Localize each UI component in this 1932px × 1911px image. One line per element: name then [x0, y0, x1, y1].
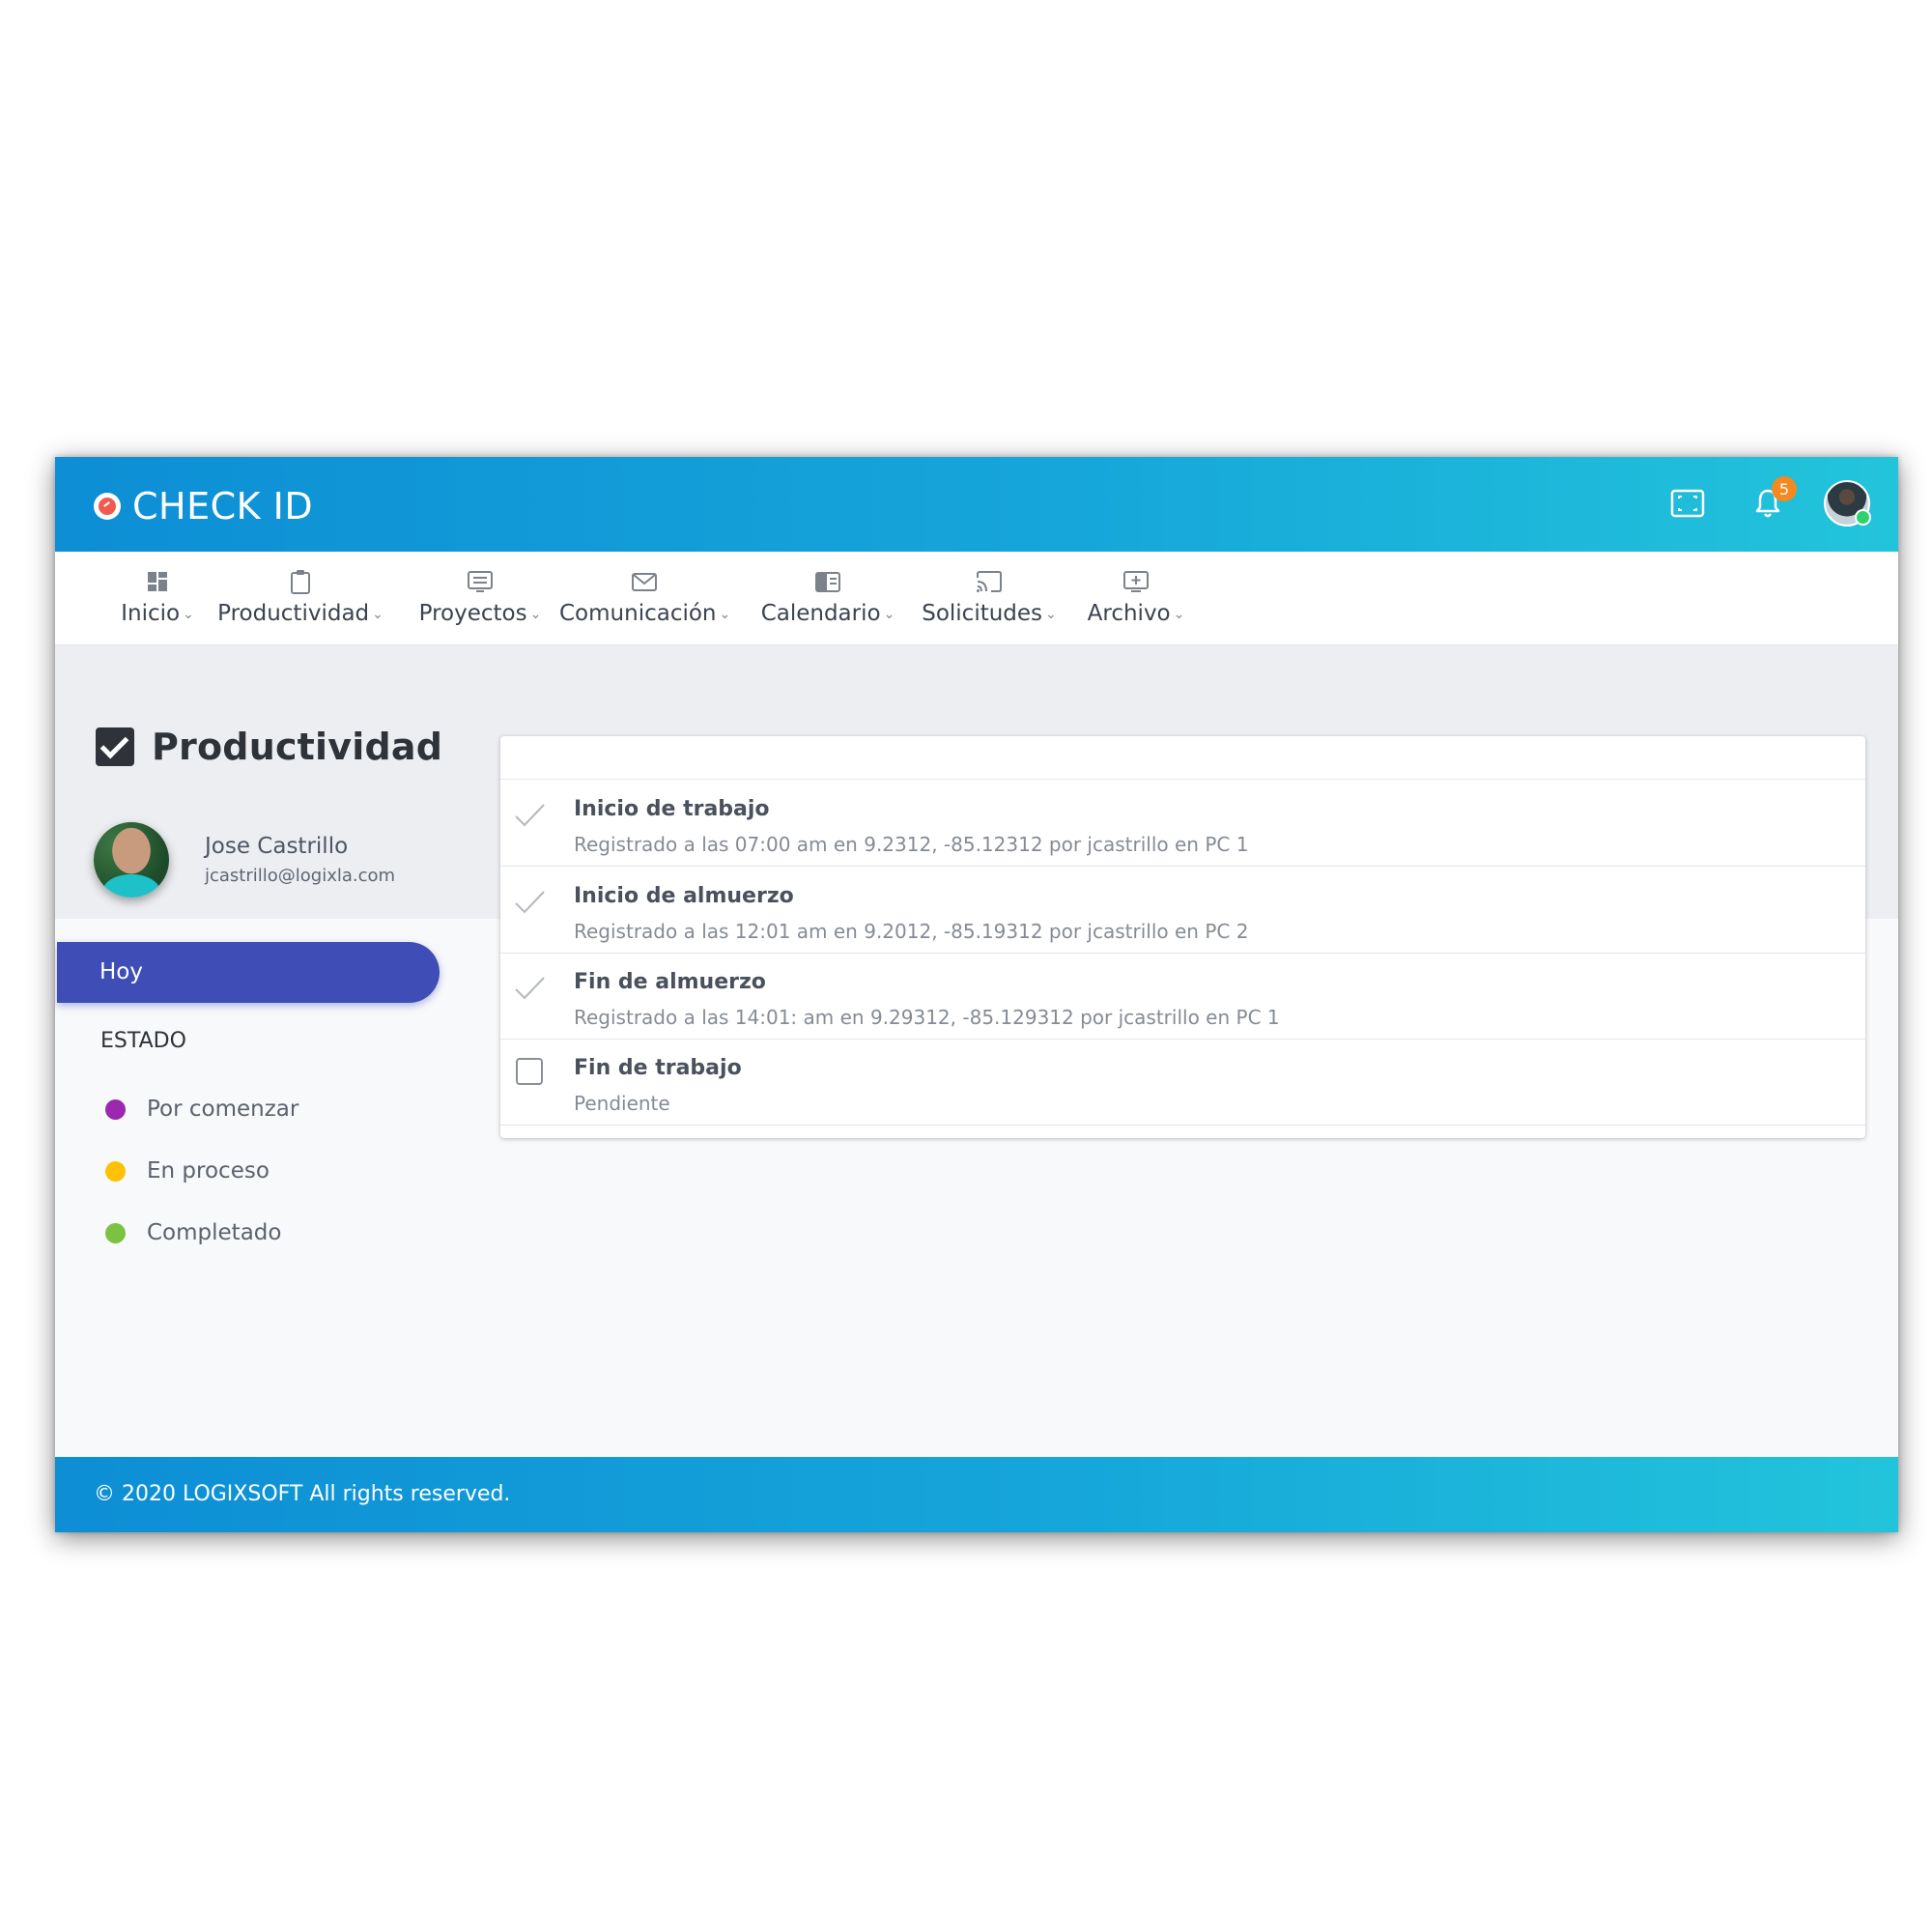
chevron-down-icon: ⌄: [1173, 607, 1185, 622]
task-row[interactable]: Inicio de almuerzo Registrado a las 12:0…: [500, 867, 1865, 954]
status-filter-por-comenzar[interactable]: Por comenzar: [105, 1097, 298, 1122]
task-detail: Registrado a las 07:00 am en 9.2312, -85…: [574, 833, 1249, 856]
chevron-down-icon: ⌄: [883, 607, 895, 622]
profile-email: jcastrillo@logixla.com: [205, 866, 396, 886]
checkmark-icon[interactable]: [514, 799, 547, 832]
chevron-down-icon: ⌄: [183, 607, 194, 622]
chevron-down-icon: ⌄: [719, 607, 731, 622]
add-monitor-icon: [1123, 571, 1149, 592]
chevron-down-icon: ⌄: [1045, 607, 1057, 622]
menu-label-inicio: Inicio: [121, 601, 181, 626]
menu-label-proyectos: Proyectos: [418, 601, 527, 626]
mail-icon: [632, 573, 657, 591]
task-detail: Registrado a las 14:01: am en 9.29312, -…: [574, 1006, 1280, 1029]
menu-item-comunicacion[interactable]: Comunicación ⌄: [559, 552, 731, 644]
estado-heading: ESTADO: [100, 1029, 186, 1053]
task-row[interactable]: Inicio de trabajo Registrado a las 07:00…: [500, 780, 1865, 867]
menu-item-solicitudes[interactable]: Solicitudes ⌄: [918, 552, 1061, 644]
sidebar-item-label: Hoy: [99, 959, 143, 984]
profile-name: Jose Castrillo: [205, 834, 349, 859]
menu-label-calendario: Calendario: [760, 601, 881, 626]
chevron-down-icon: ⌄: [372, 607, 384, 622]
status-dot: [105, 1160, 126, 1182]
menu-label-productividad: Productividad: [217, 601, 370, 626]
user-menu-button[interactable]: [1822, 478, 1872, 528]
menu-item-calendario[interactable]: Calendario ⌄: [753, 552, 903, 644]
checkmark-icon[interactable]: [514, 972, 547, 1005]
main-menu: Inicio ⌄ Productividad ⌄ Proyectos ⌄ Comu: [55, 552, 1898, 645]
menu-label-comunicacion: Comunicación: [559, 601, 717, 626]
list-board-icon: [468, 571, 493, 592]
notification-badge: 5: [1772, 476, 1797, 501]
clock-logo-icon: [94, 493, 121, 520]
status-dot: [105, 1098, 126, 1120]
fullscreen-icon: [1670, 489, 1705, 518]
menu-item-productividad[interactable]: Productividad ⌄: [215, 552, 385, 644]
task-detail: Registrado a las 12:01 am en 9.2012, -85…: [574, 920, 1249, 943]
notifications-button[interactable]: 5: [1743, 476, 1797, 528]
page-title-text: Productividad: [152, 726, 443, 768]
menu-item-inicio[interactable]: Inicio ⌄: [111, 552, 204, 644]
status-label: Completado: [147, 1220, 282, 1245]
fullscreen-button[interactable]: [1662, 478, 1713, 528]
app-logo[interactable]: CHECK ID: [94, 485, 313, 528]
sidebar-item-hoy[interactable]: Hoy: [57, 942, 440, 1003]
avatar: [1824, 480, 1871, 527]
status-filter-completado[interactable]: Completado: [105, 1220, 281, 1245]
dashboard-icon: [148, 572, 167, 591]
task-list-card: Inicio de trabajo Registrado a las 07:00…: [500, 736, 1865, 1138]
task-row[interactable]: Fin de almuerzo Registrado a las 14:01: …: [500, 953, 1865, 1040]
calendar-icon: [815, 572, 840, 592]
chevron-down-icon: ⌄: [529, 607, 542, 622]
app-window: CHECK ID 5 Inicio ⌄ Productividad ⌄ Proy…: [55, 457, 1898, 1532]
status-filter-en-proceso[interactable]: En proceso: [105, 1158, 270, 1184]
profile-avatar: [94, 822, 169, 898]
checkmark-icon[interactable]: [514, 886, 547, 919]
footer-copyright: © 2020 LOGIXSOFT All rights reserved.: [94, 1482, 511, 1506]
menu-item-archivo[interactable]: Archivo ⌄: [1080, 552, 1192, 644]
task-title: Fin de trabajo: [574, 1056, 742, 1080]
task-detail: Pendiente: [574, 1092, 670, 1115]
task-title: Inicio de trabajo: [574, 797, 770, 821]
status-label: Por comenzar: [147, 1097, 299, 1122]
app-title: CHECK ID: [132, 485, 314, 528]
status-label: En proceso: [147, 1158, 270, 1184]
task-title: Fin de almuerzo: [574, 970, 766, 994]
task-checkbox[interactable]: [516, 1058, 543, 1085]
page-footer: © 2020 LOGIXSOFT All rights reserved.: [55, 1457, 1898, 1532]
status-dot: [105, 1222, 126, 1243]
menu-item-proyectos[interactable]: Proyectos ⌄: [409, 552, 552, 644]
online-status-dot: [1855, 509, 1871, 526]
clipboard-icon: [291, 570, 310, 594]
task-row[interactable]: Fin de trabajo Pendiente: [500, 1039, 1865, 1126]
checkbox-checked-icon: [96, 727, 134, 766]
top-header: CHECK ID 5: [55, 457, 1898, 552]
task-title: Inicio de almuerzo: [574, 884, 794, 908]
menu-label-solicitudes: Solicitudes: [922, 601, 1043, 626]
cast-icon: [977, 571, 1002, 592]
menu-label-archivo: Archivo: [1087, 601, 1171, 626]
page-title: Productividad: [96, 726, 442, 768]
